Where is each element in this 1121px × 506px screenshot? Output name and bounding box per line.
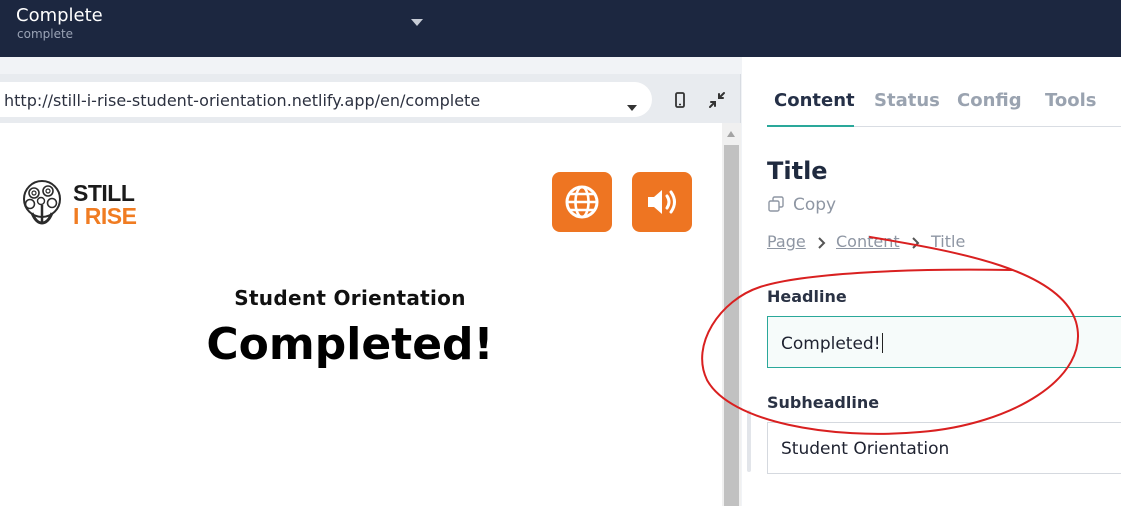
- tab-status[interactable]: Status: [874, 90, 940, 111]
- breadcrumb-current: Title: [931, 232, 966, 251]
- site-preview-frame: STILL I RISE Student Orientation Complet…: [0, 123, 722, 506]
- tab-content[interactable]: Content: [774, 90, 855, 111]
- top-bar: Complete complete: [0, 0, 1121, 57]
- headline-input[interactable]: Completed!: [767, 316, 1121, 368]
- page-selector-slug: complete: [17, 27, 74, 41]
- collapse-icon[interactable]: [705, 88, 729, 112]
- page-selector-title: Complete: [16, 5, 103, 26]
- breadcrumb-content-link[interactable]: Content: [836, 232, 900, 251]
- chevron-right-icon: [818, 237, 826, 249]
- logo-text-i-rise: I RISE: [73, 203, 137, 229]
- text-cursor: [881, 333, 883, 353]
- copy-label: Copy: [793, 195, 837, 215]
- language-button[interactable]: [552, 172, 612, 232]
- url-dropdown-icon[interactable]: [627, 105, 637, 111]
- still-i-rise-logo: STILL I RISE: [18, 179, 142, 229]
- speaker-icon: [648, 190, 676, 214]
- audio-button[interactable]: [632, 172, 692, 232]
- scroll-thumb[interactable]: [724, 145, 739, 506]
- site-subheadline: Student Orientation: [234, 286, 466, 310]
- preview-scrollbar[interactable]: [722, 123, 741, 506]
- subheadline-label: Subheadline: [767, 393, 880, 412]
- subheadline-input[interactable]: Student Orientation: [767, 422, 1121, 474]
- headline-input-value: Completed!: [781, 333, 883, 354]
- scroll-up-arrow-icon[interactable]: [727, 131, 735, 137]
- preview-url-field[interactable]: http://still-i-rise-student-orientation.…: [0, 82, 652, 117]
- preview-url-text: http://still-i-rise-student-orientation.…: [4, 91, 481, 110]
- editor-tabs: Content Status Config Tools: [767, 90, 1121, 127]
- active-tab-indicator: [767, 125, 854, 127]
- chevron-down-icon[interactable]: [411, 19, 423, 26]
- pane-resize-handle[interactable]: [747, 410, 751, 472]
- site-headline: Completed!: [206, 319, 494, 370]
- edit-pane: Content Status Config Tools Title Copy P…: [742, 57, 1121, 506]
- headline-value-text: Completed!: [781, 334, 881, 354]
- subheadline-input-value: Student Orientation: [781, 439, 950, 459]
- headline-label: Headline: [767, 287, 847, 306]
- breadcrumb-page-link[interactable]: Page: [767, 232, 806, 251]
- copy-icon: [768, 196, 784, 212]
- page-selector[interactable]: Complete complete: [0, 0, 440, 57]
- tab-config[interactable]: Config: [957, 90, 1022, 111]
- block-title: Title: [767, 157, 828, 185]
- tab-tools[interactable]: Tools: [1045, 90, 1097, 111]
- preview-pane: http://still-i-rise-student-orientation.…: [0, 74, 741, 506]
- mobile-device-icon[interactable]: [668, 88, 692, 112]
- tree-hands-logo-icon: [23, 180, 61, 225]
- globe-icon: [565, 185, 599, 219]
- chevron-right-icon: [912, 237, 920, 249]
- breadcrumb: Page Content Title: [767, 232, 1067, 254]
